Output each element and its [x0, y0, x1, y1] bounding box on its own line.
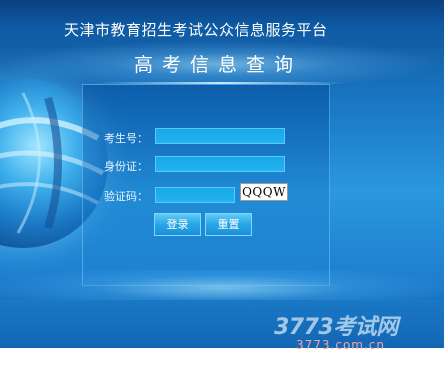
site-title: 天津市教育招生考试公众信息服务平台 [64, 21, 328, 39]
captcha-image[interactable]: QQQW [240, 183, 288, 201]
watermark-brand: 3773考试网 [274, 315, 398, 340]
login-page: 天津市教育招生考试公众信息服务平台 高考信息查询 考生号： 身份证： 验证码： … [0, 0, 444, 348]
exam-number-input[interactable] [155, 128, 285, 144]
id-card-input[interactable] [155, 156, 285, 172]
login-button[interactable]: 登录 [154, 213, 201, 236]
exam-number-label: 考生号： [104, 132, 148, 145]
id-card-label: 身份证： [104, 160, 148, 173]
page-title: 高考信息查询 [133, 54, 302, 76]
watermark-url: 3773.com.cn [296, 338, 385, 352]
login-panel [82, 84, 330, 286]
captcha-label: 验证码： [104, 190, 148, 203]
reset-button[interactable]: 重置 [205, 213, 252, 236]
captcha-input[interactable] [155, 187, 235, 203]
